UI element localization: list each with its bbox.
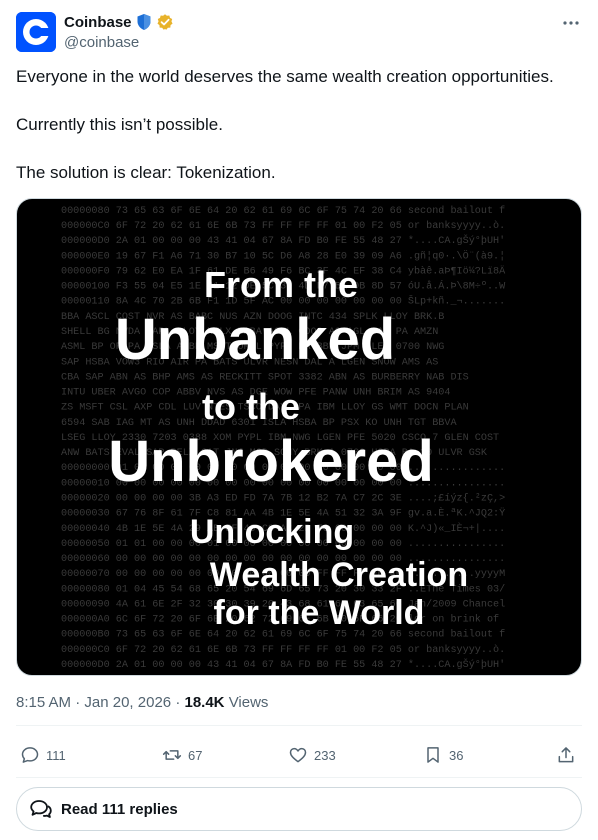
tweet-date[interactable]: Jan 20, 2026 (84, 694, 171, 711)
divider (16, 777, 582, 778)
reply-icon (21, 747, 39, 763)
like-count: 233 (314, 747, 336, 763)
display-name[interactable]: Coinbase (64, 14, 132, 31)
author-handle[interactable]: @coinbase (64, 34, 174, 51)
tweet-line: The solution is clear: Tokenization. (16, 163, 276, 182)
replies-bubble-icon (30, 800, 52, 818)
author-names: Coinbase @coinbase (64, 12, 174, 51)
avatar[interactable] (16, 12, 56, 52)
headline-unbanked: Unbanked (115, 307, 395, 372)
divider (16, 725, 582, 726)
coinbase-logo-icon (16, 12, 56, 52)
tweet-time[interactable]: 8:15 AM (16, 694, 71, 711)
bookmark-button[interactable]: 36 (423, 738, 463, 772)
headline-unbrokered: Unbrokered (108, 429, 434, 494)
repost-count: 67 (188, 747, 203, 763)
reply-button[interactable]: 111 (20, 738, 66, 772)
headline-art: From the Unbanked to the Unbrokered Unlo… (108, 264, 468, 632)
share-icon (558, 747, 574, 763)
shield-badge-icon (136, 13, 152, 31)
tweet-line: Currently this isn’t possible. (16, 115, 223, 134)
like-button[interactable]: 233 (288, 738, 336, 772)
tweet-text: Everyone in the world deserves the same … (16, 66, 582, 210)
subheadline-for-the-world: for the World (214, 594, 425, 632)
subheadline-wealth-creation: Wealth Creation (210, 556, 468, 594)
reply-count: 111 (46, 747, 66, 763)
views-count: 18.4K (184, 694, 225, 711)
share-button[interactable] (556, 738, 582, 772)
action-bar: 111 67 233 36 (16, 738, 582, 772)
tweet-meta: 8:15 AM · Jan 20, 2026 · 18.4K Views (16, 694, 268, 711)
headline-from-the: From the (204, 264, 358, 305)
meta-separator: · (175, 694, 181, 711)
read-replies-button[interactable]: Read 111 replies (16, 787, 582, 831)
views-label: Views (228, 694, 269, 711)
more-options-icon[interactable] (562, 14, 580, 32)
repost-button[interactable]: 67 (162, 738, 202, 772)
bookmark-icon (427, 747, 439, 763)
read-replies-label: Read 111 replies (61, 800, 178, 818)
heart-icon (289, 747, 307, 763)
tweet-image[interactable]: 00000080 73 65 63 6F 6E 64 20 62 61 69 6… (16, 198, 582, 676)
headline-to-the: to the (202, 386, 300, 427)
tweet-line: Everyone in the world deserves the same … (16, 67, 554, 86)
repost-icon (162, 750, 182, 760)
verified-gold-icon[interactable] (156, 13, 174, 31)
tweet-header: Coinbase @coinbase (16, 10, 582, 54)
meta-separator: · (75, 694, 81, 711)
bookmark-count: 36 (449, 747, 464, 763)
subheadline-unlocking: Unlocking (190, 513, 354, 551)
